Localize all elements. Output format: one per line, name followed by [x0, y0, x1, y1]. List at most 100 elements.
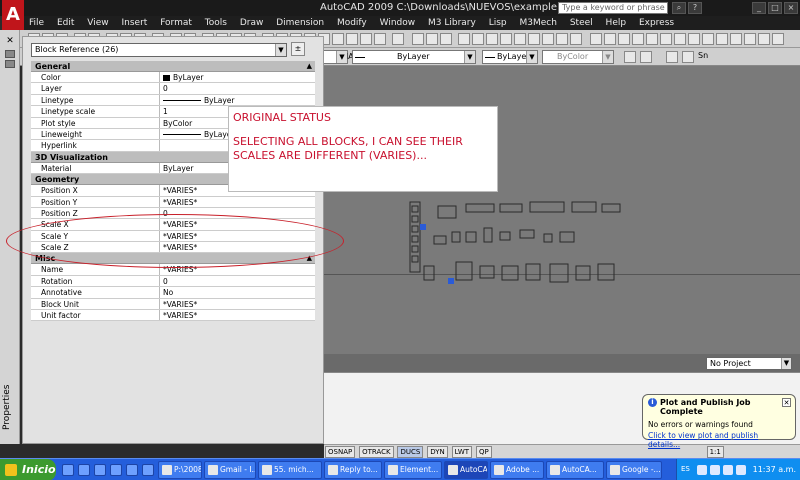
menu-steel[interactable]: Steel [565, 16, 598, 30]
menu-format[interactable]: Format [155, 16, 197, 30]
taskbar-item[interactable]: Adobe ... [490, 461, 544, 479]
grip-point[interactable] [420, 224, 426, 230]
property-value[interactable]: ByLayer [160, 72, 315, 82]
osnap-node-icon[interactable] [632, 33, 644, 45]
property-row[interactable]: Name *VARIES* [31, 264, 315, 276]
close-icon[interactable]: ✕ [4, 36, 16, 46]
menu-express[interactable]: Express [634, 16, 679, 30]
leader-icon[interactable] [528, 33, 540, 45]
text-icon[interactable] [472, 33, 484, 45]
project-combo[interactable]: No Project ▼ [706, 357, 792, 370]
menu-dimension[interactable]: Dimension [271, 16, 329, 30]
mtext-icon[interactable] [486, 33, 498, 45]
property-row[interactable]: Unit factor *VARIES* [31, 310, 315, 322]
layer-icon[interactable] [346, 33, 358, 45]
menu-lisp[interactable]: Lisp [484, 16, 512, 30]
quicklaunch-icon[interactable] [142, 464, 154, 476]
osnap-insertion-icon[interactable] [688, 33, 700, 45]
palette-menu-icon[interactable] [5, 60, 15, 68]
taskbar-item[interactable]: P:\2008... [158, 461, 202, 479]
quicklaunch-icon[interactable] [94, 464, 106, 476]
property-value[interactable]: *VARIES* [160, 219, 315, 229]
hatch-icon[interactable] [458, 33, 470, 45]
table-icon[interactable] [500, 33, 512, 45]
property-value[interactable]: No [160, 287, 315, 297]
tray-icon[interactable] [697, 465, 707, 475]
autocad-logo-icon[interactable]: A [2, 0, 24, 30]
rotate-icon[interactable] [772, 33, 784, 45]
taskbar-item-active[interactable]: AutoCA... [444, 461, 488, 479]
property-value[interactable]: *VARIES* [160, 231, 315, 241]
layer-previous-icon[interactable] [640, 51, 652, 63]
taskbar-item[interactable]: Reply to... [324, 461, 382, 479]
close-button[interactable]: × [784, 2, 798, 14]
spline-icon[interactable] [570, 33, 582, 45]
dyn-toggle[interactable]: DYN [427, 446, 448, 458]
plot-complete-balloon[interactable]: i Plot and Publish Job Complete ✕ No erro… [642, 394, 796, 449]
osnap-endpoint-icon[interactable] [590, 33, 602, 45]
qp-toggle[interactable]: QP [475, 446, 492, 458]
close-icon[interactable]: ✕ [782, 398, 791, 407]
otrack-toggle[interactable]: OTRACK [359, 446, 394, 458]
quickcalc-icon[interactable] [332, 33, 344, 45]
mirror-icon[interactable] [730, 33, 742, 45]
move-icon[interactable] [758, 33, 770, 45]
snap-combo[interactable]: SNAP ▼ [322, 50, 358, 64]
region-icon[interactable] [556, 33, 568, 45]
text-style-icon[interactable] [666, 51, 678, 63]
menu-modify[interactable]: Modify [332, 16, 372, 30]
property-value[interactable]: *VARIES* [160, 242, 315, 252]
quicklaunch-icon[interactable] [78, 464, 90, 476]
property-value[interactable]: *VARIES* [160, 197, 315, 207]
chevron-down-icon[interactable]: ▼ [602, 51, 613, 63]
pickadd-icon[interactable]: ± [291, 42, 305, 56]
start-button[interactable]: Inicio [0, 459, 56, 480]
line-icon[interactable] [426, 33, 438, 45]
property-row[interactable]: Scale Y *VARIES* [31, 230, 315, 243]
property-value[interactable]: 0 [160, 276, 315, 286]
property-row[interactable]: Position Y *VARIES* [31, 196, 315, 208]
quicklaunch-icon[interactable] [126, 464, 138, 476]
taskbar-item[interactable]: Gmail - I... [204, 461, 256, 479]
menu-tools[interactable]: Tools [200, 16, 232, 30]
dimension-icon[interactable] [514, 33, 526, 45]
property-row[interactable]: Scale X *VARIES* [31, 219, 315, 231]
taskbar-item[interactable]: Element... [384, 461, 442, 479]
taskbar-item[interactable]: Google -... [606, 461, 662, 479]
help-icon[interactable]: ? [688, 2, 702, 14]
lwt-toggle[interactable]: LWT [451, 446, 473, 458]
property-value[interactable]: *VARIES* [160, 299, 315, 309]
arc-icon[interactable] [440, 33, 452, 45]
quicklaunch-icon[interactable] [110, 464, 122, 476]
point-icon[interactable] [542, 33, 554, 45]
quicklaunch-icon[interactable] [62, 464, 74, 476]
property-row[interactable]: Position Z0 [31, 207, 315, 220]
collapse-icon[interactable]: ▲ [307, 61, 312, 72]
menu-help[interactable]: Help [601, 16, 632, 30]
osnap-intersection-icon[interactable] [660, 33, 672, 45]
insert-icon[interactable] [374, 33, 386, 45]
menu-window[interactable]: Window [375, 16, 421, 30]
osnap-extension-icon[interactable] [674, 33, 686, 45]
property-row[interactable]: Scale Z *VARIES* [31, 242, 315, 254]
grip-point[interactable] [448, 278, 454, 284]
chevron-down-icon[interactable]: ▼ [781, 358, 791, 369]
osnap-perpendicular-icon[interactable] [702, 33, 714, 45]
property-row[interactable]: Linetype ByLayer [31, 94, 315, 107]
taskbar-item[interactable]: AutoCA... [546, 461, 604, 479]
section-general[interactable]: General ▲ [31, 61, 315, 72]
circle-icon[interactable] [412, 33, 424, 45]
help-icon[interactable] [392, 33, 404, 45]
chevron-down-icon[interactable]: ▼ [464, 51, 475, 63]
tray-icon[interactable] [736, 465, 746, 475]
property-row[interactable]: Color ByLayer [31, 72, 315, 84]
property-value[interactable]: *VARIES* [160, 264, 315, 274]
chevron-down-icon[interactable]: ▼ [526, 51, 537, 63]
osnap-midpoint-icon[interactable] [604, 33, 616, 45]
property-value[interactable]: ByLayer [160, 95, 315, 105]
tray-icon[interactable] [723, 465, 733, 475]
block-icon[interactable] [360, 33, 372, 45]
array-icon[interactable] [744, 33, 756, 45]
language-indicator[interactable]: ES [681, 465, 690, 473]
ducs-toggle[interactable]: DUCS [397, 446, 424, 458]
